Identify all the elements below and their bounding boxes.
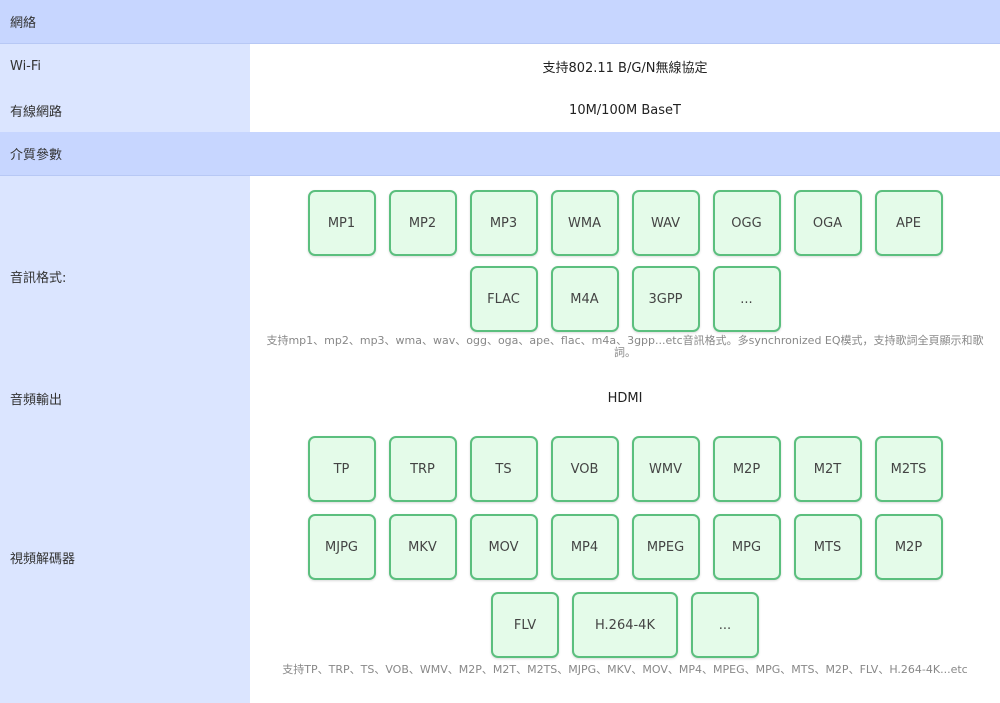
format-tile: M4A (550, 266, 619, 332)
format-tile: 3GPP (631, 266, 700, 332)
format-tile: TP (307, 436, 376, 502)
format-tile: OGA (793, 190, 862, 256)
format-tile: ... (712, 266, 781, 332)
format-tile: MP4 (550, 514, 619, 580)
video-format-tiles: TP TRP TS VOB WMV M2P M2T M2TS MJPG MKV … (290, 436, 960, 658)
format-tile: FLV (491, 592, 559, 658)
format-tile: WMA (550, 190, 619, 256)
format-tile: MOV (469, 514, 538, 580)
row-label-audio-format: 音訊格式: (0, 176, 250, 376)
row-value-audio-output: HDMI (607, 391, 643, 406)
format-tile: WAV (631, 190, 700, 256)
format-tile: H.264-4K (572, 592, 678, 658)
audio-format-note: 支持mp1、mp2、mp3、wma、wav、ogg、oga、ape、flac、m… (266, 334, 984, 359)
format-tile: MP2 (388, 190, 457, 256)
row-label-video-decoder: 視頻解碼器 (0, 421, 250, 703)
format-tile: APE (874, 190, 943, 256)
format-tile: MJPG (307, 514, 376, 580)
format-tile: OGG (712, 190, 781, 256)
section-title-media: 介質參數 (10, 148, 63, 163)
video-decoder-note: 支持TP、TRP、TS、VOB、WMV、M2P、M2T、M2TS、MJPG、MK… (282, 663, 968, 676)
row-wifi: Wi-Fi 支持802.11 B/G/N無線協定 (0, 44, 1000, 88)
audio-format-tiles: MP1 MP2 MP3 WMA WAV OGG OGA APE FLAC M4A… (290, 190, 960, 332)
format-tile: M2P (874, 514, 943, 580)
video-decoder-area: TP TRP TS VOB WMV M2P M2T M2TS MJPG MKV … (250, 421, 1000, 703)
row-video-decoder: 視頻解碼器 TP TRP TS VOB WMV M2P M2T M2TS MJP… (0, 421, 1000, 703)
row-label-audio-output: 音頻輸出 (0, 376, 250, 421)
row-value-wifi: 支持802.11 B/G/N無線協定 (542, 60, 708, 76)
row-label-wifi: Wi-Fi (0, 44, 250, 88)
format-tile: M2P (712, 436, 781, 502)
row-value-wired: 10M/100M BaseT (569, 102, 681, 118)
format-tile: M2TS (874, 436, 943, 502)
section-title-network: 網絡 (10, 16, 37, 31)
format-tile: MKV (388, 514, 457, 580)
row-label-wired: 有線網路 (0, 88, 250, 132)
row-audio-output: 音頻輸出 HDMI (0, 376, 1000, 421)
format-tile: MPEG (631, 514, 700, 580)
format-tile: MP1 (307, 190, 376, 256)
format-tile: TRP (388, 436, 457, 502)
audio-format-area: MP1 MP2 MP3 WMA WAV OGG OGA APE FLAC M4A… (250, 176, 1000, 376)
format-tile: VOB (550, 436, 619, 502)
format-tile: ... (691, 592, 759, 658)
format-tile: MP3 (469, 190, 538, 256)
spec-table: 網絡 Wi-Fi 支持802.11 B/G/N無線協定 有線網路 10M/100… (0, 0, 1000, 703)
row-wired: 有線網路 10M/100M BaseT (0, 88, 1000, 132)
row-audio-format: 音訊格式: MP1 MP2 MP3 WMA WAV OGG OGA APE FL… (0, 176, 1000, 376)
format-tile: TS (469, 436, 538, 502)
section-header-media: 介質參數 (0, 132, 1000, 176)
format-tile: WMV (631, 436, 700, 502)
format-tile: M2T (793, 436, 862, 502)
format-tile: MTS (793, 514, 862, 580)
format-tile: MPG (712, 514, 781, 580)
format-tile: FLAC (469, 266, 538, 332)
section-header-network: 網絡 (0, 0, 1000, 44)
